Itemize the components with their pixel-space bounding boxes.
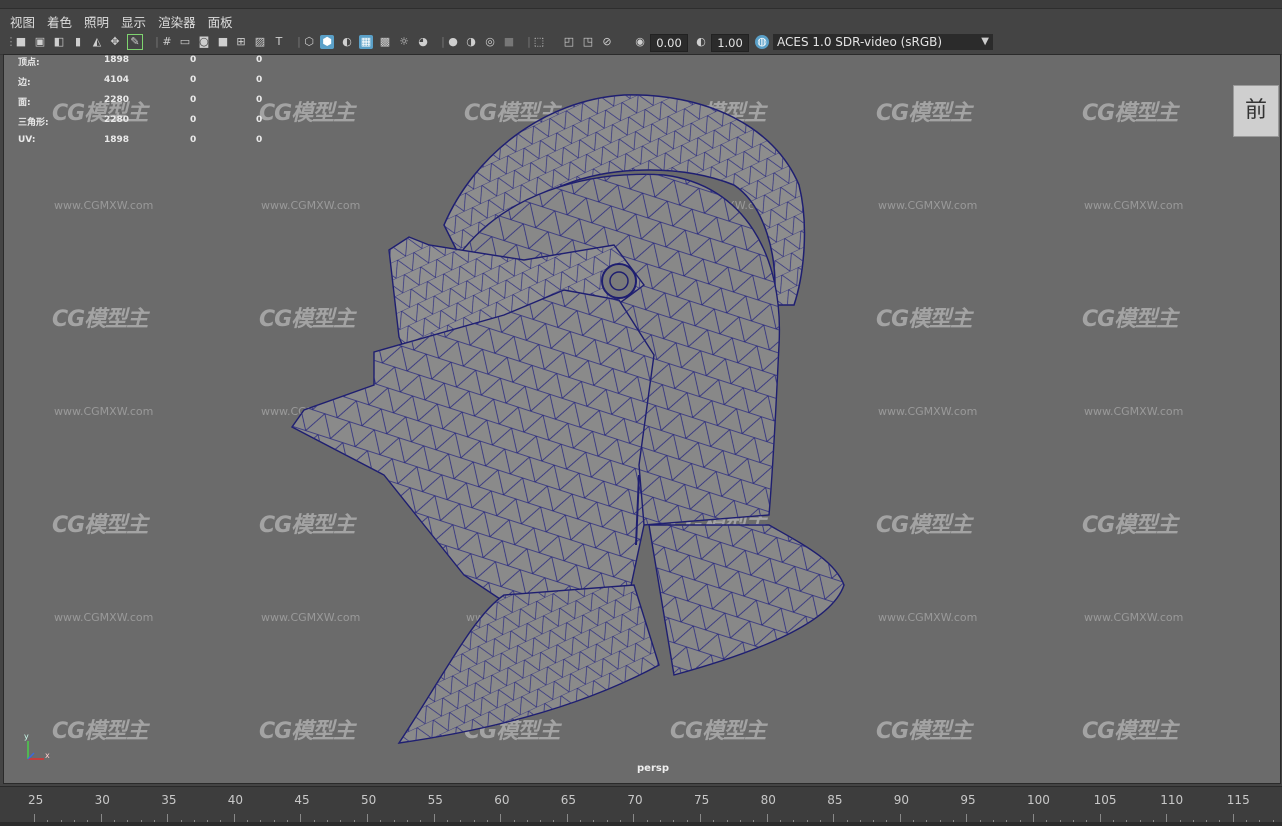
time-slider-label: 70	[627, 793, 643, 807]
exposure-icon[interactable]: ◉	[633, 35, 647, 49]
menu-panels[interactable]: 面板	[208, 12, 233, 31]
default-material-icon[interactable]: ◐	[340, 35, 354, 49]
use-all-lights-icon[interactable]: ☼	[397, 35, 411, 49]
time-slider-label: 115	[1226, 793, 1250, 807]
grease-pencil-icon[interactable]: ✎	[127, 34, 143, 50]
view-transform-value: ACES 1.0 SDR-video (sRGB)	[777, 35, 943, 49]
xray-icon[interactable]: ▩	[378, 35, 392, 49]
hud-row-edges: 边: 4104 0 0	[18, 75, 263, 88]
time-slider-label: 105	[1093, 793, 1117, 807]
axis-gizmo: y x	[24, 732, 50, 760]
title-strip	[0, 0, 1282, 9]
time-slider-label: 85	[827, 793, 843, 807]
time-slider-label: 25	[28, 793, 44, 807]
time-slider-label: 100	[1027, 793, 1050, 807]
image-plane-icon[interactable]: ◭	[90, 35, 104, 49]
menu-lighting[interactable]: 照明	[84, 12, 109, 31]
menu-renderer[interactable]: 渲染器	[158, 12, 196, 31]
xray-active-icon[interactable]: ◳	[581, 35, 595, 49]
time-slider-label: 75	[694, 793, 710, 807]
bookmark-camera-icon[interactable]: ◧	[52, 35, 66, 49]
time-slider-label: 95	[960, 793, 976, 807]
exposure-field[interactable]: 0.00	[650, 34, 688, 52]
gate-mask-icon[interactable]: ■	[216, 35, 230, 49]
menu-shading[interactable]: 着色	[47, 12, 72, 31]
time-slider-label: 80	[760, 793, 776, 807]
time-slider-label: 40	[227, 793, 244, 807]
menu-view[interactable]: 视图	[10, 12, 35, 31]
time-slider-label: 110	[1160, 793, 1184, 807]
smooth-shade-icon[interactable]: ⬢	[320, 35, 334, 49]
time-slider-label: 65	[560, 793, 577, 807]
helmet-mesh[interactable]	[4, 55, 1281, 784]
screen-space-ao-icon[interactable]: ●	[446, 35, 460, 49]
hud-row-uvs: UV: 1898 0 0	[18, 135, 263, 145]
resolution-gate-icon[interactable]: ◙	[197, 35, 211, 49]
color-management-icon[interactable]: ◍	[755, 35, 769, 49]
time-slider-label: 35	[161, 793, 177, 807]
camera-icon[interactable]: ■	[14, 35, 28, 49]
two-d-pan-icon[interactable]: ✥	[108, 35, 122, 49]
panel-toolbar: ⋮ ■ ▣ ◧ ▮ ◭ ✥ ✎ | # ▭ ◙ ■ ⊞ ▨ T | ⬡ ⬢ ◐ …	[0, 32, 1282, 55]
wireframe-on-shaded-icon[interactable]: ▦	[359, 35, 373, 49]
backface-culling-icon[interactable]: ⊘	[600, 35, 614, 49]
gamma-icon[interactable]: ◐	[694, 35, 708, 49]
time-slider-label: 30	[94, 793, 110, 807]
time-slider[interactable]: 25 30 35 40 45 50 55 60 65 70 75 80 85 90 95 100 105 110 1…	[0, 786, 1282, 826]
panel-menubar: 视图 着色 照明 显示 渲染器 面板	[0, 9, 1282, 33]
helmet-rivet	[601, 263, 637, 299]
hud-row-triangles: 三角形: 2280 0 0	[18, 115, 263, 128]
time-slider-label: 60	[494, 793, 510, 807]
axis-y-label: y	[24, 732, 29, 741]
bookmark-icon[interactable]: ▮	[71, 35, 85, 49]
view-transform-dropdown[interactable]: ACES 1.0 SDR-video (sRGB) ▼	[773, 34, 993, 50]
hud-row-vertices: 顶点: 1898 0 0	[18, 55, 263, 68]
view-cube[interactable]: 前	[1233, 85, 1279, 137]
shadows-icon[interactable]: ◕	[416, 35, 430, 49]
gamma-field[interactable]: 1.00	[711, 34, 749, 52]
motion-blur-icon[interactable]: ◑	[464, 35, 478, 49]
isolate-select-icon[interactable]: ⬚	[532, 35, 546, 49]
time-slider-label: 50	[361, 793, 377, 807]
chevron-down-icon: ▼	[981, 36, 989, 47]
axis-x-label: x	[45, 751, 50, 760]
field-chart-icon[interactable]: ⊞	[234, 35, 248, 49]
safe-title-icon[interactable]: T	[272, 35, 286, 49]
time-slider-track[interactable]	[0, 822, 1282, 826]
film-gate-icon[interactable]: ▭	[178, 35, 192, 49]
xray-joints-icon[interactable]: ◰	[562, 35, 576, 49]
camera-attributes-icon[interactable]: ▣	[33, 35, 47, 49]
hud-row-faces: 面: 2280 0 0	[18, 95, 263, 108]
wireframe-icon[interactable]: ⬡	[302, 35, 316, 49]
time-slider-label: 90	[893, 793, 910, 807]
multisample-aa-icon[interactable]: ◎	[483, 35, 497, 49]
safe-action-icon[interactable]: ▨	[253, 35, 267, 49]
time-slider-label: 45	[294, 793, 310, 807]
time-slider-label: 55	[427, 793, 443, 807]
perspective-viewport[interactable]: CG模型主 www.CGMXW.com CG模型主 www.CGMXW.com CG模型…	[3, 54, 1281, 784]
grid-icon[interactable]: #	[160, 35, 174, 49]
camera-name-label: persp	[637, 763, 669, 774]
depth-of-field-icon[interactable]: ■	[502, 35, 516, 49]
menu-show[interactable]: 显示	[121, 12, 146, 31]
